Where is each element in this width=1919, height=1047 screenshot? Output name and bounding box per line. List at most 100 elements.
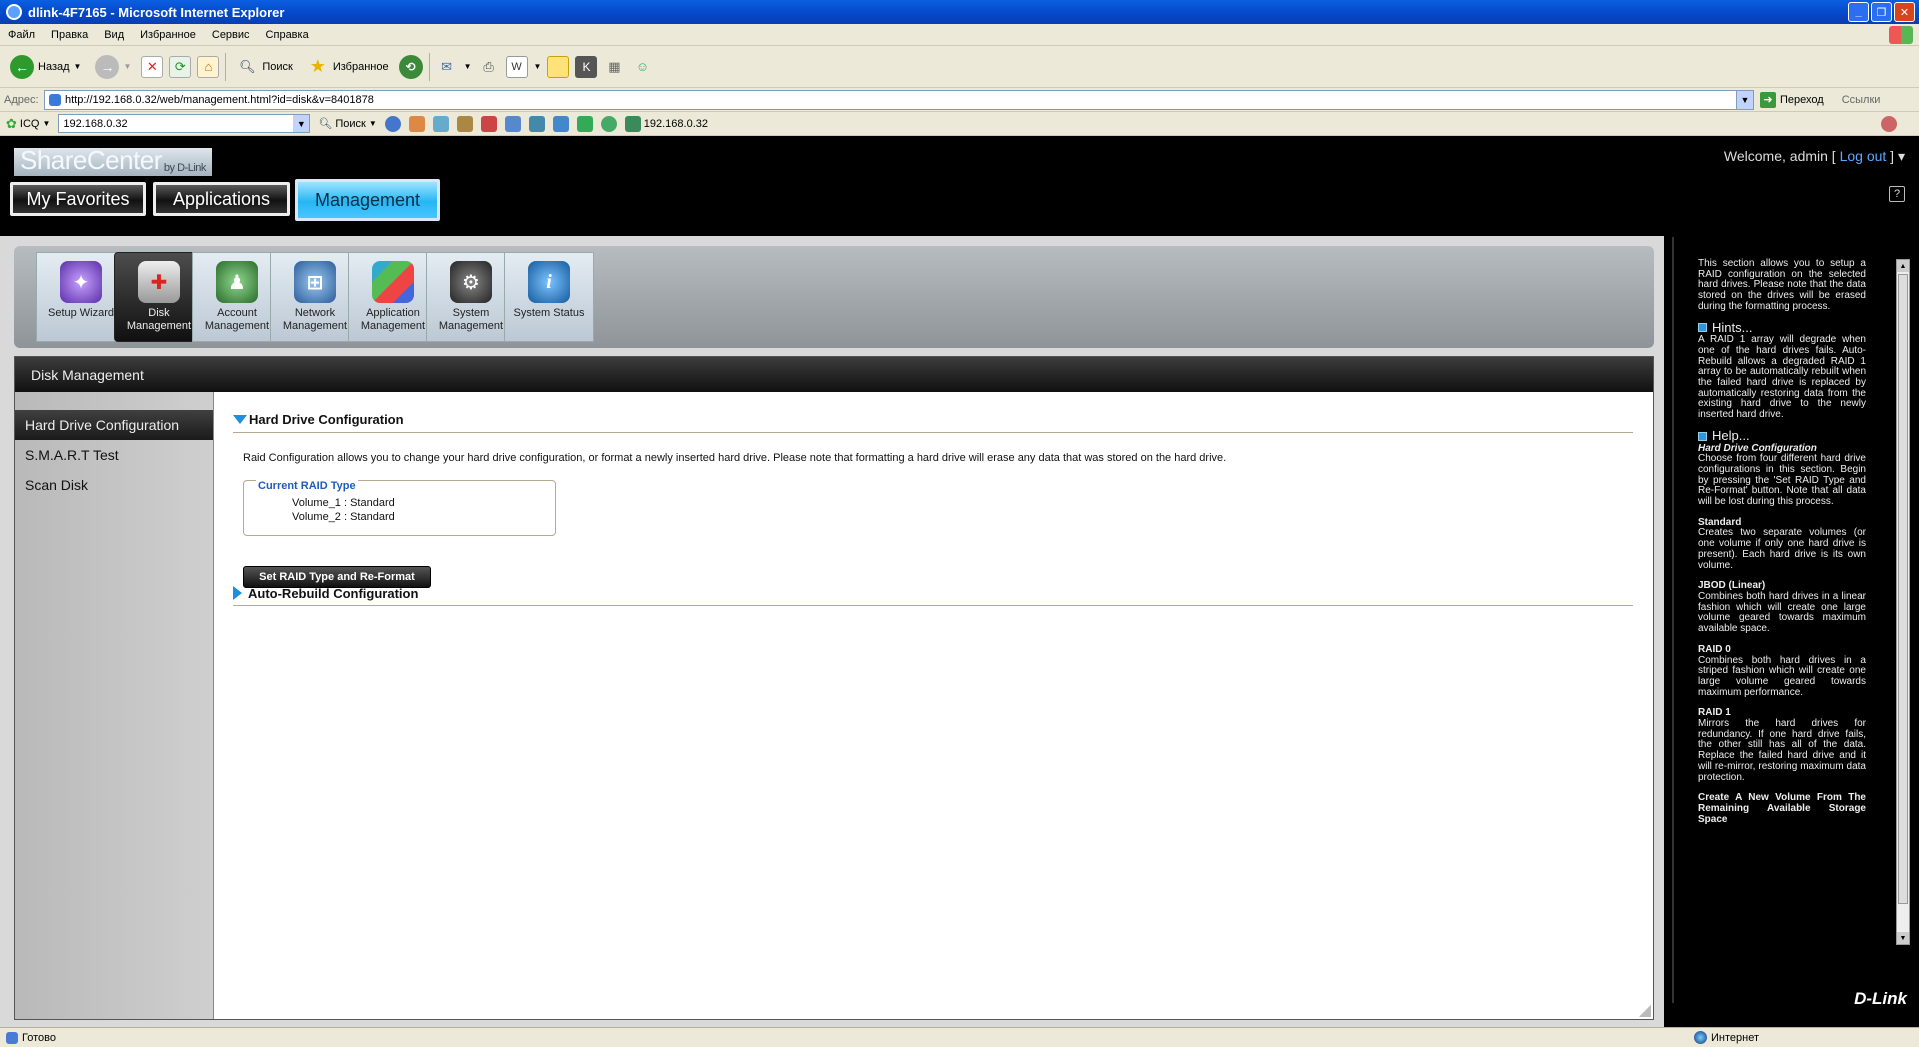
icq-dropdown-icon: ▼	[42, 119, 51, 128]
icq-button[interactable]: ✿ ICQ ▼	[6, 116, 50, 132]
volume-2-status: Volume_2 : Standard	[292, 511, 395, 523]
restore-button[interactable]: ❐	[1871, 2, 1892, 22]
status-bar: Готово Интернет	[0, 1027, 1919, 1047]
toolbar-tool-icon[interactable]	[408, 115, 425, 132]
back-button[interactable]: ← Назад ▼	[6, 52, 85, 82]
hard-drive-configuration-header[interactable]: Hard Drive Configuration	[233, 408, 404, 430]
menu-favorites[interactable]: Избранное	[132, 29, 204, 41]
menu-tools[interactable]: Сервис	[204, 29, 258, 41]
forward-button[interactable]: → ▼	[91, 52, 135, 82]
tab-applications[interactable]: Applications	[153, 182, 290, 216]
help-icon[interactable]: ?	[1889, 186, 1905, 202]
research-icon[interactable]: ▦	[603, 56, 625, 78]
application-management-button[interactable]: Application Management	[348, 252, 438, 342]
k-icon[interactable]: K	[575, 55, 598, 78]
network-management-button[interactable]: ⊞ Network Management	[270, 252, 360, 342]
section-divider	[233, 432, 1633, 433]
scroll-down-icon[interactable]: ▼	[1897, 932, 1909, 944]
menu-bar: Файл Правка Вид Избранное Сервис Справка	[0, 24, 1919, 46]
toolbar-options-icon[interactable]	[1881, 115, 1897, 132]
menu-file[interactable]: Файл	[0, 29, 43, 41]
help-scrollbar[interactable]: ▲ ▼	[1896, 259, 1910, 945]
icq-search-dropdown-icon: ▼	[368, 119, 377, 128]
toolbar-tool-icon[interactable]	[432, 115, 449, 132]
page-icon	[49, 93, 61, 106]
collapse-triangle-icon	[233, 414, 247, 424]
sidebar-item-hard-drive-configuration[interactable]: Hard Drive Configuration	[15, 410, 213, 440]
disk-management-panel: Disk Management Hard Drive Configuration…	[14, 356, 1654, 1020]
info-icon: i	[528, 261, 570, 303]
address-dropdown-icon[interactable]: ▼	[1736, 90, 1753, 109]
messenger-icon[interactable]: ☺	[631, 56, 653, 78]
word-edit-icon[interactable]: W	[505, 55, 528, 78]
panel-main: Hard Drive Configuration Raid Configurat…	[215, 392, 1653, 1019]
scroll-thumb[interactable]	[1898, 274, 1908, 904]
search-icon: 🔍︎	[239, 58, 256, 74]
note-icon[interactable]	[547, 55, 570, 78]
current-raid-box: Current RAID Type Volume_1 : Standard Vo…	[243, 480, 556, 536]
close-button[interactable]: ✕	[1894, 2, 1915, 22]
account-icon: ♟	[216, 261, 258, 303]
sidebar-item-scan-disk[interactable]: Scan Disk	[15, 470, 213, 500]
minimize-button[interactable]: _	[1848, 2, 1869, 22]
help-heading: Help...	[1698, 429, 1866, 442]
refresh-icon[interactable]: ⟳	[169, 55, 192, 78]
network-icon	[624, 115, 641, 132]
forward-dropdown-icon[interactable]: ▼	[123, 62, 131, 71]
icq-field-dropdown-icon[interactable]: ▼	[293, 115, 310, 132]
edit-dropdown-icon[interactable]: ▼	[534, 62, 542, 71]
icq-search-input[interactable]: 192.168.0.32 ▼	[58, 114, 311, 133]
raid-description: Raid Configuration allows you to change …	[243, 452, 1227, 464]
application-icon	[372, 261, 414, 303]
mail-icon[interactable]: ✉	[436, 56, 458, 78]
toolbar-tool-icon[interactable]	[504, 115, 521, 132]
icq-flower-icon: ✿	[6, 115, 17, 131]
icq-ip-link[interactable]: 192.168.0.32	[624, 115, 708, 132]
tab-management[interactable]: Management	[295, 179, 440, 221]
print-icon[interactable]: ⎙	[478, 56, 500, 78]
help-panel: This section allows you to setup a RAID …	[1672, 237, 1919, 1008]
menu-help[interactable]: Справка	[258, 29, 317, 41]
system-status-button[interactable]: i System Status	[504, 252, 594, 342]
window-title-bar: dlink-4F7165 - Microsoft Internet Explor…	[0, 0, 1919, 24]
system-gear-icon: ⚙	[450, 261, 492, 303]
toolbar-tool-icon[interactable]	[576, 115, 593, 132]
welcome-text: Welcome, admin [ Log out ] ▾	[1723, 148, 1905, 164]
mail-dropdown-icon[interactable]: ▼	[464, 62, 472, 71]
search-button[interactable]: 🔍︎ Поиск	[232, 53, 296, 81]
system-management-button[interactable]: ⚙ System Management	[426, 252, 516, 342]
auto-rebuild-header[interactable]: Auto-Rebuild Configuration	[233, 582, 418, 604]
toolbar-separator	[428, 52, 430, 81]
toolbar-tool-icon[interactable]	[552, 115, 569, 132]
resize-grip-icon[interactable]	[1639, 1005, 1651, 1017]
setup-wizard-button[interactable]: ✦ Setup Wizard	[36, 252, 126, 342]
tab-my-favorites[interactable]: My Favorites	[10, 182, 146, 216]
icq-search-button[interactable]: 🔍︎ Поиск ▼	[318, 117, 377, 131]
page-done-icon	[6, 1031, 18, 1044]
stop-icon[interactable]: ✕	[141, 55, 164, 78]
go-button[interactable]: ➜ Переход	[1760, 91, 1824, 108]
favorites-button[interactable]: ★ Избранное	[303, 53, 393, 81]
toolbar-tool-icon[interactable]	[480, 115, 497, 132]
menu-view[interactable]: Вид	[96, 29, 132, 41]
address-input[interactable]: http://192.168.0.32/web/management.html?…	[44, 89, 1754, 110]
home-icon[interactable]: ⌂	[197, 55, 220, 78]
windows-logo-icon	[1889, 26, 1913, 44]
history-icon[interactable]: ⟲	[398, 54, 423, 79]
toolbar-tool-icon[interactable]	[600, 115, 617, 132]
go-arrow-icon: ➜	[1760, 91, 1776, 108]
disk-management-button[interactable]: ✚ Disk Management	[114, 252, 204, 342]
menu-edit[interactable]: Правка	[43, 29, 96, 41]
search-icon: 🔍︎	[318, 118, 333, 130]
logout-link[interactable]: Log out	[1840, 148, 1887, 164]
toolbar-tool-icon[interactable]	[528, 115, 545, 132]
links-button[interactable]: Ссылки	[1842, 94, 1881, 106]
scroll-up-icon[interactable]: ▲	[1897, 260, 1909, 272]
account-management-button[interactable]: ♟ Account Management	[192, 252, 282, 342]
sharecenter-logo: ShareCenter by D-Link	[14, 145, 212, 176]
toolbar-tool-icon[interactable]	[456, 115, 473, 132]
sidebar-item-smart-test[interactable]: S.M.A.R.T Test	[15, 440, 213, 470]
back-dropdown-icon[interactable]: ▼	[74, 62, 82, 71]
expand-triangle-icon	[233, 586, 242, 600]
toolbar-tool-icon[interactable]	[384, 115, 401, 132]
